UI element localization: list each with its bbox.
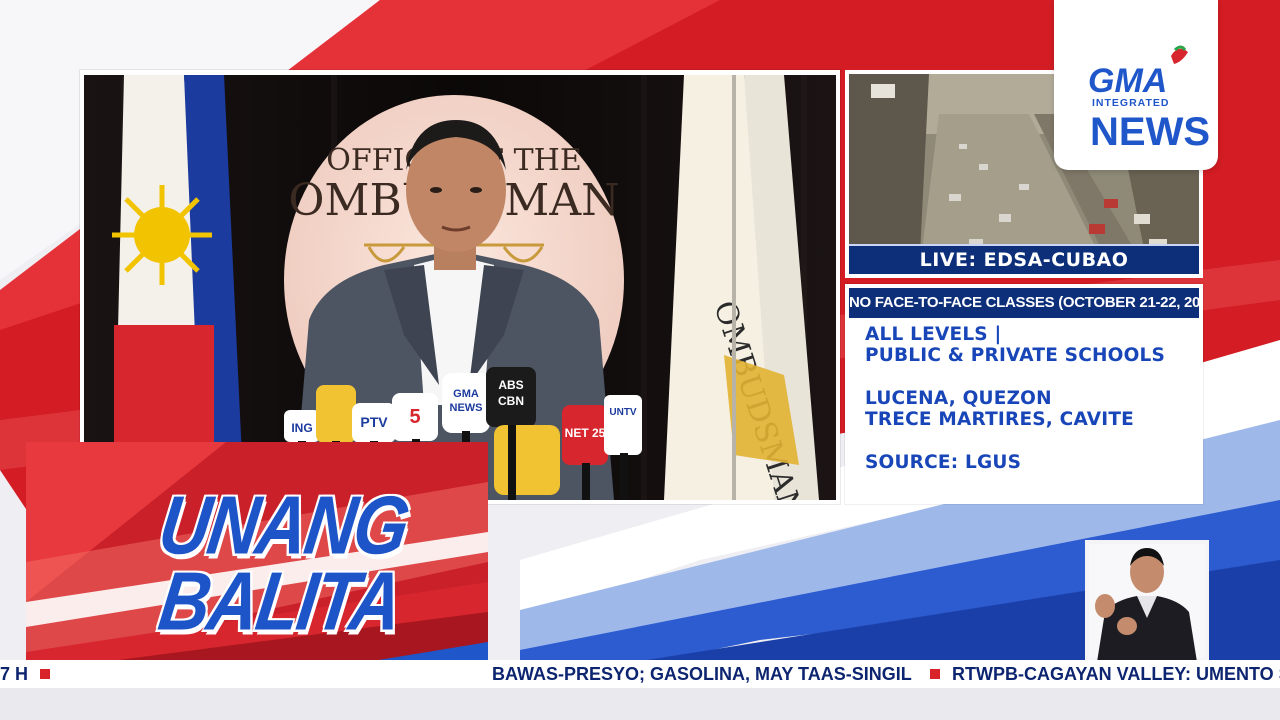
broadcast-frame: OFFICE OF THE OMBUDSMAN OMBUDSMAN	[0, 0, 1280, 720]
logo-news: NEWS	[1090, 110, 1210, 154]
press-conference-scene: OFFICE OF THE OMBUDSMAN OMBUDSMAN	[84, 75, 836, 500]
svg-text:NET 25: NET 25	[565, 426, 606, 440]
svg-text:ABS: ABS	[498, 378, 523, 392]
main-video-feed: OFFICE OF THE OMBUDSMAN OMBUDSMAN	[80, 70, 840, 504]
svg-text:GMA: GMA	[453, 388, 479, 400]
announcement-panel: NO FACE-TO-FACE CLASSES (OCTOBER 21-22, …	[845, 284, 1203, 504]
announcement-line: ALL LEVELS |	[865, 324, 1002, 345]
announcement-spacer	[865, 430, 1195, 452]
gma-logo-graphic: GMA INTEGRATED NEWS	[1088, 45, 1210, 154]
announcement-source: SOURCE: LGUS	[865, 452, 1022, 473]
announcement-line: LUCENA, QUEZON	[865, 388, 1052, 409]
sign-language-interpreter	[1085, 540, 1209, 662]
announcement-line: PUBLIC & PRIVATE SCHOOLS	[865, 345, 1166, 366]
ticker-separator	[930, 669, 940, 679]
logo-wordmark: GMA	[1088, 62, 1167, 100]
announcement-spacer	[865, 366, 1195, 388]
news-ticker: 7 H BAWAS-PRESYO; GASOLINA, MAY TAAS-SIN…	[0, 660, 1280, 688]
announcement-line: TRECE MARTIRES, CAVITE	[865, 409, 1134, 430]
svg-text:ING: ING	[291, 421, 312, 435]
announcement-body: ALL LEVELS | PUBLIC & PRIVATE SCHOOLS LU…	[865, 324, 1195, 473]
ticker-item: 7 H	[0, 664, 29, 684]
ticker-separator	[40, 669, 50, 679]
svg-text:PTV: PTV	[360, 414, 388, 430]
network-logo: GMA INTEGRATED NEWS	[1054, 0, 1218, 170]
ticker-item: BAWAS-PRESYO; GASOLINA, MAY TAAS-SINGIL	[492, 664, 912, 684]
press-conference-video: OFFICE OF THE OMBUDSMAN OMBUDSMAN	[84, 75, 836, 500]
svg-text:CBN: CBN	[498, 394, 524, 408]
ticker-baseline	[0, 688, 1280, 720]
logo-subtext: INTEGRATED	[1092, 97, 1169, 109]
program-title-line1: UNANG	[153, 479, 414, 572]
svg-text:UNTV: UNTV	[609, 407, 637, 418]
ticker-item: RTWPB-CAGAYAN VALLEY: UMENTO S	[952, 664, 1280, 684]
svg-text:NEWS: NEWS	[450, 402, 483, 414]
announcement-header: NO FACE-TO-FACE CLASSES (OCTOBER 21-22, …	[849, 288, 1199, 318]
live-location-label: LIVE: EDSA-CUBAO	[849, 244, 1199, 274]
program-title-line2: BALITA	[153, 555, 407, 648]
interpreter-video	[1085, 540, 1209, 662]
svg-text:5: 5	[409, 406, 420, 428]
